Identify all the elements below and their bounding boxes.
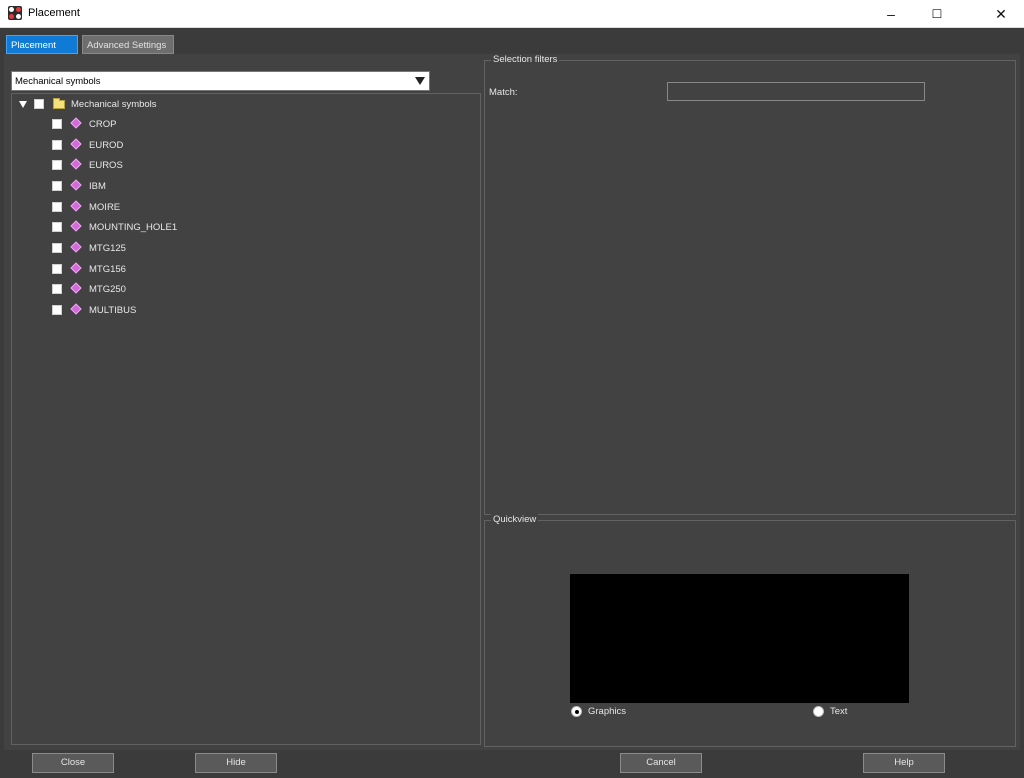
tree-item-checkbox[interactable]: [52, 222, 62, 232]
app-logo-icon: [8, 6, 22, 20]
category-select[interactable]: Mechanical symbols: [11, 71, 430, 91]
quickview-preview-canvas: [570, 574, 909, 703]
tree-item-checkbox[interactable]: [52, 140, 62, 150]
tree-item[interactable]: MTG125: [12, 239, 472, 259]
symbol-icon: [70, 117, 82, 129]
selection-filters-title: Selection filters: [491, 54, 560, 65]
cancel-button[interactable]: Cancel: [620, 753, 702, 773]
tree-item-label: EUROS: [89, 160, 123, 171]
title-bar: Placement – ☐ ✕: [0, 0, 1024, 28]
tree-item-checkbox[interactable]: [52, 160, 62, 170]
tree-item[interactable]: EUROS: [12, 156, 472, 176]
symbol-icon: [70, 179, 82, 191]
tree-item[interactable]: MOUNTING_HOLE1: [12, 218, 472, 238]
tab-placement-list[interactable]: Placement List: [6, 35, 78, 70]
tree-item-label: MOIRE: [89, 202, 121, 213]
symbol-icon: [70, 241, 82, 253]
tree-item[interactable]: CROP: [12, 115, 472, 135]
match-label: Match:: [489, 87, 518, 98]
tree-item[interactable]: EUROD: [12, 136, 472, 156]
tree-item-checkbox[interactable]: [52, 119, 62, 129]
close-button[interactable]: Close: [32, 753, 114, 773]
maximize-button[interactable]: ☐: [914, 0, 960, 28]
tree-item[interactable]: MTG250: [12, 280, 472, 300]
match-input[interactable]: [667, 82, 925, 101]
graphics-radio-label[interactable]: Graphics: [588, 706, 626, 717]
selection-filters-group: Selection filters: [484, 54, 1016, 515]
help-button[interactable]: Help: [863, 753, 945, 773]
quickview-title: Quickview: [491, 514, 539, 525]
graphics-radio[interactable]: [571, 706, 582, 717]
symbol-icon: [70, 303, 82, 315]
symbol-tree[interactable]: Mechanical symbols CROP EUROD EUROS IBM …: [11, 93, 481, 745]
tree-item-label: MTG125: [89, 243, 126, 254]
tree-item-label: MOUNTING_HOLE1: [89, 222, 178, 233]
tree-item-label: EUROD: [89, 140, 124, 151]
close-window-button[interactable]: ✕: [978, 0, 1024, 28]
tab-advanced-settings[interactable]: Advanced Settings: [82, 35, 174, 54]
tree-item[interactable]: IBM: [12, 177, 472, 197]
tree-item[interactable]: MTG156: [12, 260, 472, 280]
symbol-icon: [70, 262, 82, 274]
tree-item-label: MULTIBUS: [89, 305, 137, 316]
symbol-icon: [70, 138, 82, 150]
minimize-button[interactable]: –: [868, 0, 914, 28]
tree-item-label: IBM: [89, 181, 106, 192]
tree-root-label: Mechanical symbols: [71, 99, 157, 110]
window-title: Placement: [28, 7, 80, 19]
hide-button[interactable]: Hide: [195, 753, 277, 773]
tree-item-checkbox[interactable]: [52, 284, 62, 294]
symbol-icon: [70, 282, 82, 294]
symbol-icon: [70, 220, 82, 232]
tree-item-checkbox[interactable]: [52, 264, 62, 274]
dropdown-arrow-icon[interactable]: [415, 77, 425, 85]
tree-item[interactable]: MULTIBUS: [12, 301, 472, 321]
tree-item-checkbox[interactable]: [52, 202, 62, 212]
tree-root-checkbox[interactable]: [34, 99, 44, 109]
tree-item-label: MTG156: [89, 264, 126, 275]
tree-item-checkbox[interactable]: [52, 305, 62, 315]
tree-item-label: CROP: [89, 119, 117, 130]
tree-item-checkbox[interactable]: [52, 243, 62, 253]
tree-item[interactable]: MOIRE: [12, 198, 472, 218]
symbol-icon: [70, 200, 82, 212]
tree-item-label: MTG250: [89, 284, 126, 295]
text-radio[interactable]: [813, 706, 824, 717]
folder-icon: [53, 98, 65, 109]
category-select-value: Mechanical symbols: [15, 76, 101, 87]
text-radio-label[interactable]: Text: [830, 706, 847, 717]
expand-arrow-icon[interactable]: [19, 101, 27, 108]
tree-root-row[interactable]: Mechanical symbols: [12, 95, 472, 115]
symbol-icon: [70, 158, 82, 170]
tree-item-checkbox[interactable]: [52, 181, 62, 191]
